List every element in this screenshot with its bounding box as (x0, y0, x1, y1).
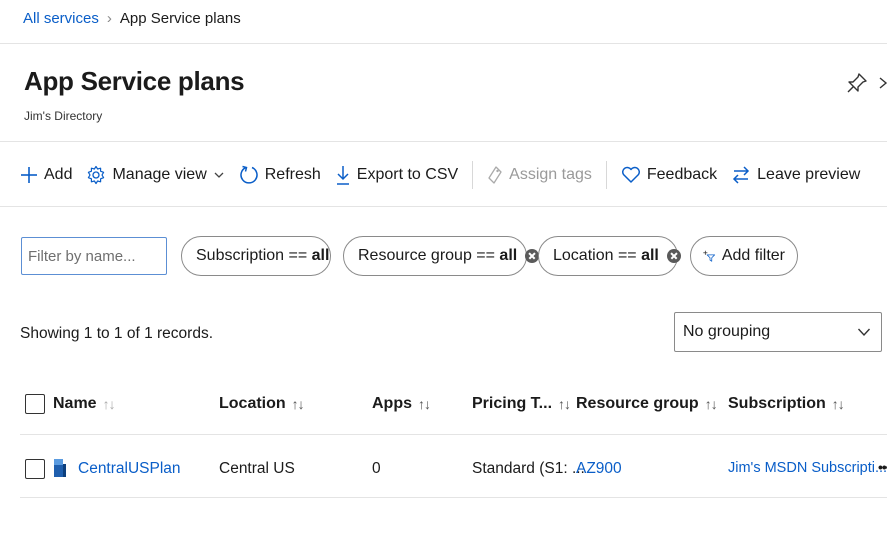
column-header-pricing-tier[interactable]: Pricing T... ↑↓ (472, 395, 571, 413)
column-header-resource-group-label: Resource group (576, 395, 699, 412)
header-divider (0, 141, 887, 142)
gear-icon (88, 165, 105, 185)
swap-icon (733, 166, 750, 184)
export-csv-label: Export to CSV (356, 166, 459, 183)
column-header-subscription[interactable]: Subscription ↑↓ (728, 395, 845, 413)
add-filter-button[interactable]: Add filter (690, 236, 798, 276)
sort-icon: ↑↓ (558, 396, 571, 412)
add-filter-icon (703, 250, 716, 262)
plus-icon (21, 167, 37, 183)
breadcrumb-divider (0, 43, 887, 44)
assign-tags-button[interactable]: Assign tags (487, 165, 592, 185)
column-header-location[interactable]: Location ↑↓ (219, 395, 305, 413)
chevron-right-icon: › (106, 10, 112, 27)
filter-by-name-input[interactable] (21, 237, 167, 275)
download-icon (336, 166, 349, 185)
more-actions-button[interactable]: ••• (878, 459, 887, 475)
add-filter-label: Add filter (721, 247, 785, 264)
breadcrumb-all-services-link[interactable]: All services (23, 10, 99, 27)
sort-icon: ↑↓ (418, 396, 431, 412)
sort-icon: ↑↓ (291, 396, 305, 412)
resource-group-filter-pill[interactable]: Resource group == all (343, 236, 540, 276)
refresh-button[interactable]: Refresh (239, 164, 321, 186)
subscription-filter-pill[interactable]: Subscription == all (181, 236, 331, 276)
breadcrumb-current: App Service plans (119, 10, 241, 27)
leave-preview-button[interactable]: Leave preview (731, 165, 860, 185)
select-all-checkbox[interactable] (25, 394, 45, 414)
column-header-name[interactable]: Name ↑↓ (53, 395, 116, 413)
column-header-pricing-tier-label: Pricing T... (472, 395, 553, 412)
assign-tags-label: Assign tags (509, 166, 592, 183)
column-header-location-label: Location (219, 395, 286, 412)
pin-icon[interactable] (846, 72, 868, 94)
resource-group-filter-label: Resource group == all (358, 247, 518, 264)
command-bar: Add Manage view Refresh Export to CSV As… (20, 159, 874, 191)
cell-name-link[interactable]: CentralUSPlan (78, 460, 181, 478)
column-header-resource-group[interactable]: Resource group ↑↓ (576, 395, 718, 413)
sort-icon: ↑↓ (831, 396, 845, 412)
table-header-divider (20, 434, 887, 435)
location-filter-label: Location == all (553, 247, 659, 264)
grouping-selected-value: No grouping (683, 323, 771, 340)
grouping-dropdown[interactable]: No grouping (674, 312, 882, 352)
add-button[interactable]: Add (20, 166, 72, 184)
feedback-label: Feedback (646, 166, 718, 183)
row-checkbox[interactable] (25, 459, 45, 479)
toolbar-divider (0, 206, 887, 207)
cell-resource-group-link[interactable]: AZ900 (576, 460, 622, 478)
column-header-subscription-label: Subscription (728, 395, 826, 412)
cell-apps: 0 (372, 460, 381, 477)
close-circle-icon[interactable] (666, 249, 681, 263)
manage-view-button[interactable]: Manage view (86, 165, 224, 185)
page-subtitle: Jim's Directory (24, 109, 103, 123)
refresh-label: Refresh (264, 166, 321, 183)
tag-icon (488, 166, 502, 184)
app-service-plan-icon (54, 459, 66, 477)
manage-view-label: Manage view (112, 166, 207, 183)
toolbar-separator (605, 161, 607, 189)
column-header-apps[interactable]: Apps ↑↓ (372, 395, 431, 413)
column-header-apps-label: Apps (372, 395, 412, 412)
refresh-icon (240, 165, 258, 184)
page-title: App Service plans (24, 66, 245, 96)
toolbar-separator (472, 161, 474, 189)
column-header-name-label: Name (53, 395, 97, 412)
breadcrumb: All services › App Service plans (23, 10, 241, 27)
location-filter-pill[interactable]: Location == all (538, 236, 681, 276)
add-label: Add (44, 166, 73, 183)
export-csv-button[interactable]: Export to CSV (335, 164, 458, 186)
sort-icon: ↑↓ (102, 396, 116, 412)
cell-pricing-tier: Standard (S1: ... (472, 460, 585, 477)
sort-icon: ↑↓ (704, 396, 718, 412)
feedback-button[interactable]: Feedback (621, 166, 717, 184)
subscription-filter-label: Subscription == all (196, 247, 330, 264)
records-count: Showing 1 to 1 of 1 records. (20, 325, 214, 342)
cell-subscription-link[interactable]: Jim's MSDN Subscripti... (728, 460, 887, 476)
chevron-down-icon (214, 172, 224, 178)
chevron-right-icon[interactable] (876, 72, 887, 94)
heart-icon (621, 166, 640, 183)
table-row-divider (20, 497, 887, 498)
leave-preview-label: Leave preview (757, 166, 861, 183)
cell-location: Central US (219, 460, 295, 477)
chevron-down-icon (857, 328, 871, 337)
